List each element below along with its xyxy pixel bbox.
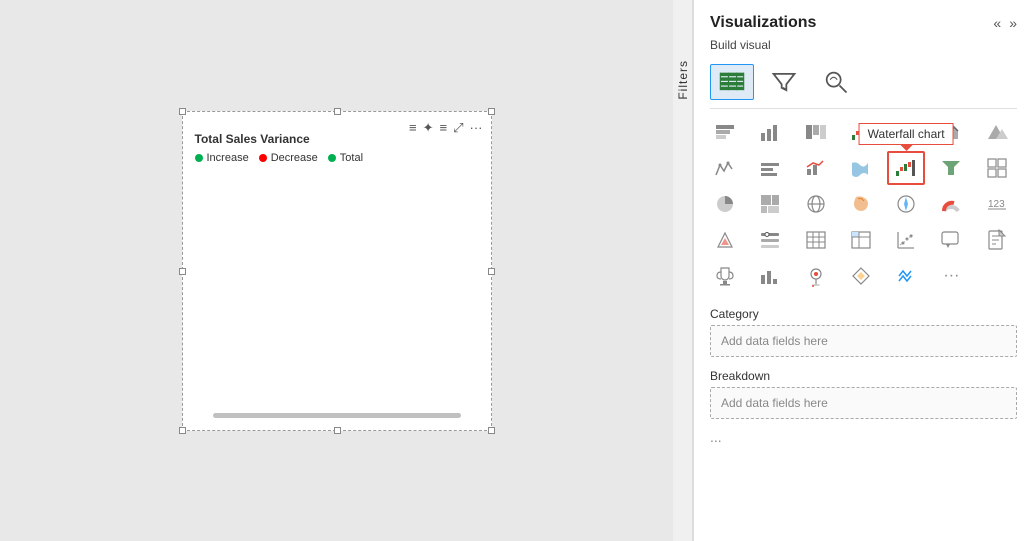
fields-breakdown-section: Breakdown Add data fields here bbox=[694, 361, 1033, 423]
visual-body bbox=[183, 172, 491, 430]
icon-pie[interactable] bbox=[706, 187, 744, 221]
toolbar-more-icon[interactable]: ··· bbox=[470, 120, 483, 135]
icon-compass[interactable] bbox=[887, 187, 925, 221]
icon-line-chart[interactable] bbox=[887, 115, 925, 149]
icon-delta[interactable] bbox=[706, 223, 744, 257]
icon-ribbon[interactable] bbox=[842, 151, 880, 185]
viz-arrows: « » bbox=[993, 15, 1017, 31]
next-arrow[interactable]: » bbox=[1009, 15, 1017, 31]
toolbar-lines-icon[interactable]: ≡ bbox=[409, 120, 417, 135]
svg-text:123: 123 bbox=[988, 199, 1005, 210]
breakdown-dropzone[interactable]: Add data fields here bbox=[710, 387, 1017, 419]
viz-icon-grid: Waterfall chart 123 bbox=[694, 109, 1033, 299]
icon-line2[interactable] bbox=[706, 151, 744, 185]
legend-label-increase: Increase bbox=[207, 152, 249, 164]
visual-container: ≡ ✦ ≡ ⤢ ··· Total Sales Variance Increas… bbox=[182, 111, 492, 431]
legend-dot-total bbox=[328, 154, 336, 162]
icon-bar2[interactable] bbox=[751, 151, 789, 185]
icon-kpi[interactable]: 123 bbox=[978, 187, 1016, 221]
icon-report[interactable] bbox=[978, 223, 1016, 257]
breakdown-label: Breakdown bbox=[710, 369, 1017, 383]
icon-scatter[interactable] bbox=[887, 223, 925, 257]
viz-panel-title: Visualizations bbox=[710, 14, 816, 32]
legend-item-decrease: Decrease bbox=[259, 152, 318, 164]
icon-callout[interactable] bbox=[932, 223, 970, 257]
icon-area-chart[interactable] bbox=[932, 115, 970, 149]
legend-label-decrease: Decrease bbox=[271, 152, 318, 164]
icon-matrix[interactable] bbox=[842, 223, 880, 257]
icon-globe[interactable] bbox=[797, 187, 835, 221]
icon-gauge[interactable] bbox=[932, 187, 970, 221]
toolbar-expand-icon[interactable]: ⤢ bbox=[453, 120, 463, 136]
legend-label-total: Total bbox=[340, 152, 363, 164]
icon-chevrons[interactable] bbox=[887, 259, 925, 293]
icon-waterfall[interactable] bbox=[842, 115, 880, 149]
scroll-hint[interactable] bbox=[213, 413, 461, 418]
icon-table2[interactable] bbox=[797, 223, 835, 257]
icon-bar3[interactable] bbox=[751, 259, 789, 293]
icon-more[interactable]: ··· bbox=[932, 259, 970, 293]
icon-grid2[interactable] bbox=[978, 151, 1016, 185]
viz-top-icon-table[interactable] bbox=[710, 64, 754, 100]
icon-combo[interactable] bbox=[797, 151, 835, 185]
category-dropzone[interactable]: Add data fields here bbox=[710, 325, 1017, 357]
toolbar-filter-icon[interactable]: ≡ bbox=[440, 120, 448, 135]
filters-label: Filters bbox=[676, 60, 690, 100]
legend-dot-decrease bbox=[259, 154, 267, 162]
prev-arrow[interactable]: « bbox=[993, 15, 1001, 31]
viz-header: Visualizations « » bbox=[694, 0, 1033, 36]
visual-legend: Increase Decrease Total bbox=[183, 152, 491, 172]
fields-dots: ... bbox=[694, 423, 1033, 451]
icon-100-stacked[interactable] bbox=[797, 115, 835, 149]
icon-trophy[interactable] bbox=[706, 259, 744, 293]
resize-handle-top-mid[interactable] bbox=[334, 108, 341, 115]
icon-stacked-bar[interactable] bbox=[706, 115, 744, 149]
resize-handle-top-left[interactable] bbox=[179, 108, 186, 115]
visual-toolbar: ≡ ✦ ≡ ⤢ ··· bbox=[409, 120, 483, 136]
viz-subtitle: Build visual bbox=[694, 36, 1033, 60]
legend-item-total: Total bbox=[328, 152, 363, 164]
category-label: Category bbox=[710, 307, 1017, 321]
icon-funnel2[interactable] bbox=[932, 151, 970, 185]
icon-bar-chart[interactable] bbox=[751, 115, 789, 149]
legend-item-increase: Increase bbox=[195, 152, 249, 164]
fields-category-section: Category Add data fields here bbox=[694, 299, 1033, 361]
viz-top-icon-search[interactable] bbox=[814, 64, 858, 100]
toolbar-pin-icon[interactable]: ✦ bbox=[423, 120, 434, 136]
filters-sidebar: Filters bbox=[673, 0, 693, 541]
icon-mountain[interactable] bbox=[978, 115, 1016, 149]
resize-handle-top-right[interactable] bbox=[488, 108, 495, 115]
legend-dot-increase bbox=[195, 154, 203, 162]
icon-treemap[interactable] bbox=[751, 187, 789, 221]
icon-map-pin[interactable] bbox=[797, 259, 835, 293]
viz-panel: Visualizations « » Build visual bbox=[693, 0, 1033, 541]
viz-top-icons bbox=[694, 60, 1033, 108]
viz-top-icon-filter[interactable] bbox=[762, 64, 806, 100]
icon-shape[interactable] bbox=[842, 187, 880, 221]
icon-diamond[interactable] bbox=[842, 259, 880, 293]
icon-waterfall-highlighted[interactable]: Waterfall chart bbox=[887, 151, 925, 185]
canvas-area: ≡ ✦ ≡ ⤢ ··· Total Sales Variance Increas… bbox=[0, 0, 673, 541]
icon-slicer[interactable] bbox=[751, 223, 789, 257]
